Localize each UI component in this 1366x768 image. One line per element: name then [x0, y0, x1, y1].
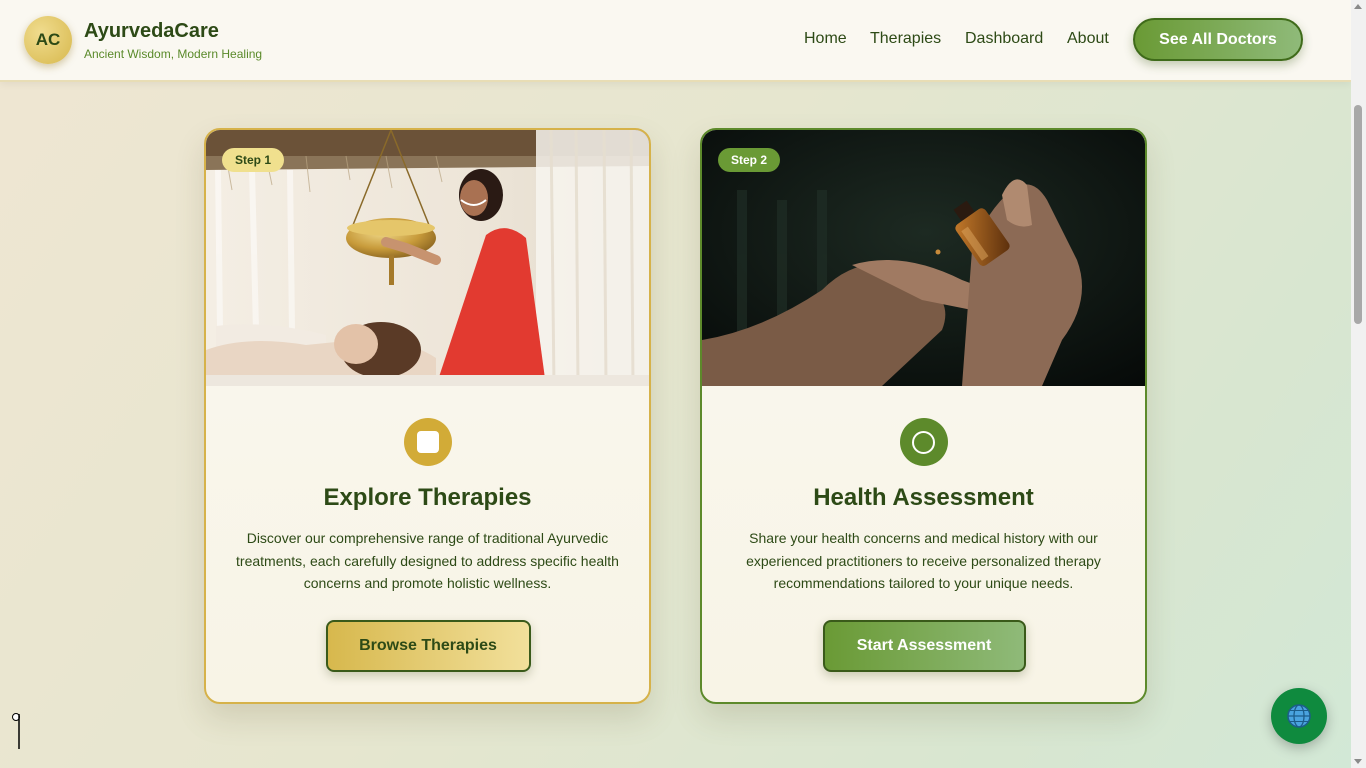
nav-home[interactable]: Home: [804, 30, 847, 48]
card-title: Explore Therapies: [323, 484, 532, 511]
see-all-doctors-button[interactable]: See All Doctors: [1133, 18, 1303, 61]
start-assessment-button[interactable]: Start Assessment: [822, 620, 1026, 672]
logo-badge[interactable]: AC: [24, 16, 72, 64]
brand-tagline: Ancient Wisdom, Modern Healing: [84, 47, 263, 61]
circle-icon: [899, 418, 948, 466]
brand-name[interactable]: AyurvedaCare: [84, 20, 219, 43]
language-button[interactable]: [1271, 688, 1327, 744]
step-badge: Step 1: [222, 148, 285, 172]
step2-card: Step 2 Health Assessment Share your heal…: [700, 128, 1147, 704]
nav-therapies[interactable]: Therapies: [870, 30, 941, 48]
square-icon: [403, 418, 452, 466]
globe-icon: [1287, 704, 1311, 728]
step1-card: Step 1 Explore Therapies Discover our co…: [204, 128, 651, 704]
nav-about[interactable]: About: [1067, 30, 1109, 48]
scroll-up-arrow-icon[interactable]: [1354, 4, 1362, 9]
page-scrollbar[interactable]: [1351, 0, 1366, 768]
card-description: Discover our comprehensive range of trad…: [236, 530, 619, 591]
site-header: AC AyurvedaCare Ancient Wisdom, Modern H…: [0, 0, 1351, 82]
card-title: Health Assessment: [813, 484, 1034, 511]
text-cursor-icon: [12, 713, 20, 749]
nav-dashboard[interactable]: Dashboard: [965, 30, 1043, 48]
step-badge: Step 2: [718, 148, 781, 172]
card-description: Share your health concerns and medical h…: [746, 530, 1101, 591]
browse-therapies-button[interactable]: Browse Therapies: [325, 620, 531, 672]
scroll-down-arrow-icon[interactable]: [1354, 759, 1362, 764]
scrollbar-thumb[interactable]: [1354, 105, 1362, 324]
